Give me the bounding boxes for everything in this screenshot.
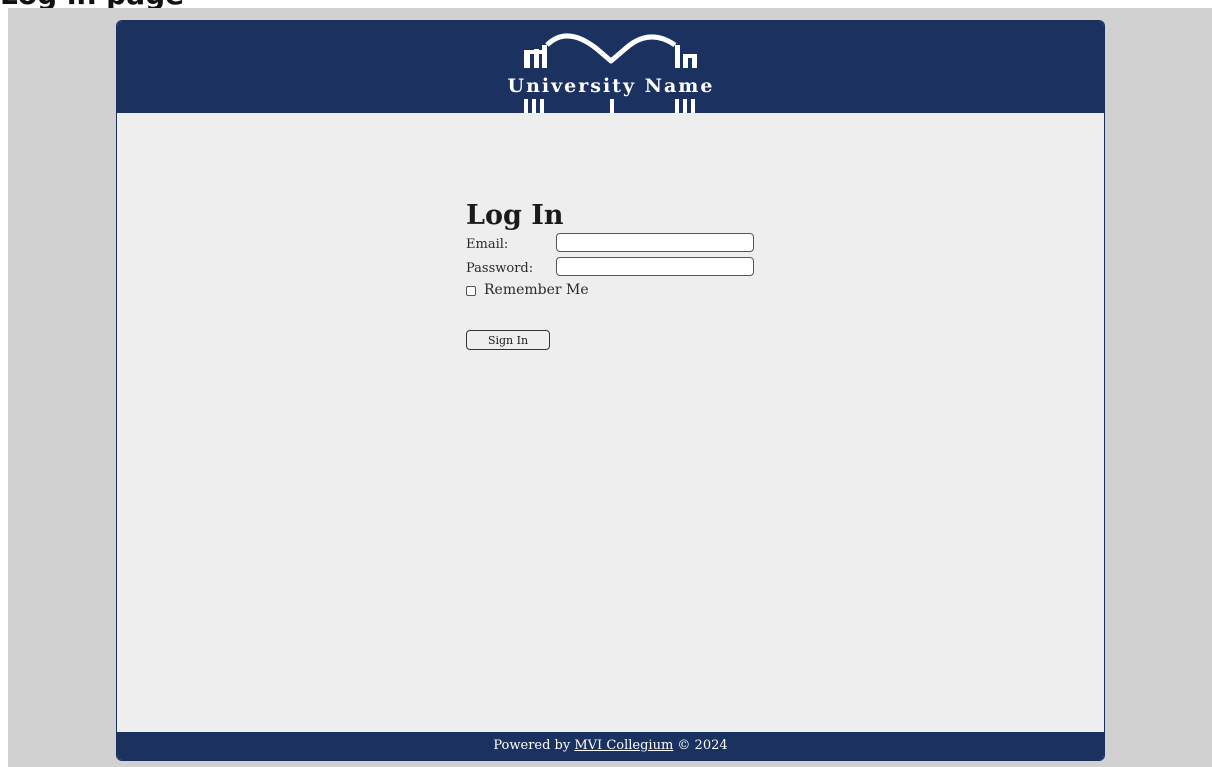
browser-viewport: University Name Log In Email: Password: … bbox=[8, 8, 1212, 767]
remember-me-label[interactable]: Remember Me bbox=[484, 282, 589, 298]
login-form: Log In Email: Password: Remember Me Sign… bbox=[466, 199, 766, 350]
email-field[interactable] bbox=[556, 233, 754, 252]
password-field[interactable] bbox=[556, 257, 754, 276]
page-heading-strip: Log in page bbox=[0, 0, 1212, 8]
site-header: University Name bbox=[117, 21, 1104, 113]
footer-vendor-link[interactable]: MVI Collegium bbox=[574, 738, 673, 753]
university-name: University Name bbox=[507, 75, 715, 97]
email-row: Email: bbox=[466, 233, 766, 257]
app-container: University Name Log In Email: Password: … bbox=[116, 20, 1105, 761]
site-footer: Powered by MVI Collegium © 2024 bbox=[117, 732, 1104, 760]
page-heading-partial: Log in page bbox=[0, 0, 184, 8]
password-label: Password: bbox=[466, 261, 534, 276]
sign-in-button[interactable]: Sign In bbox=[466, 330, 550, 350]
remember-me-checkbox[interactable] bbox=[466, 286, 476, 296]
university-logo: University Name bbox=[499, 27, 723, 113]
email-label: Email: bbox=[466, 237, 509, 252]
login-title: Log In bbox=[466, 200, 564, 231]
university-arch-logo-icon bbox=[524, 33, 697, 113]
footer-prefix: Powered by bbox=[493, 738, 575, 753]
password-row: Password: bbox=[466, 257, 766, 281]
remember-me-row[interactable]: Remember Me bbox=[466, 281, 766, 305]
footer-copyright: © 2024 bbox=[673, 738, 728, 753]
